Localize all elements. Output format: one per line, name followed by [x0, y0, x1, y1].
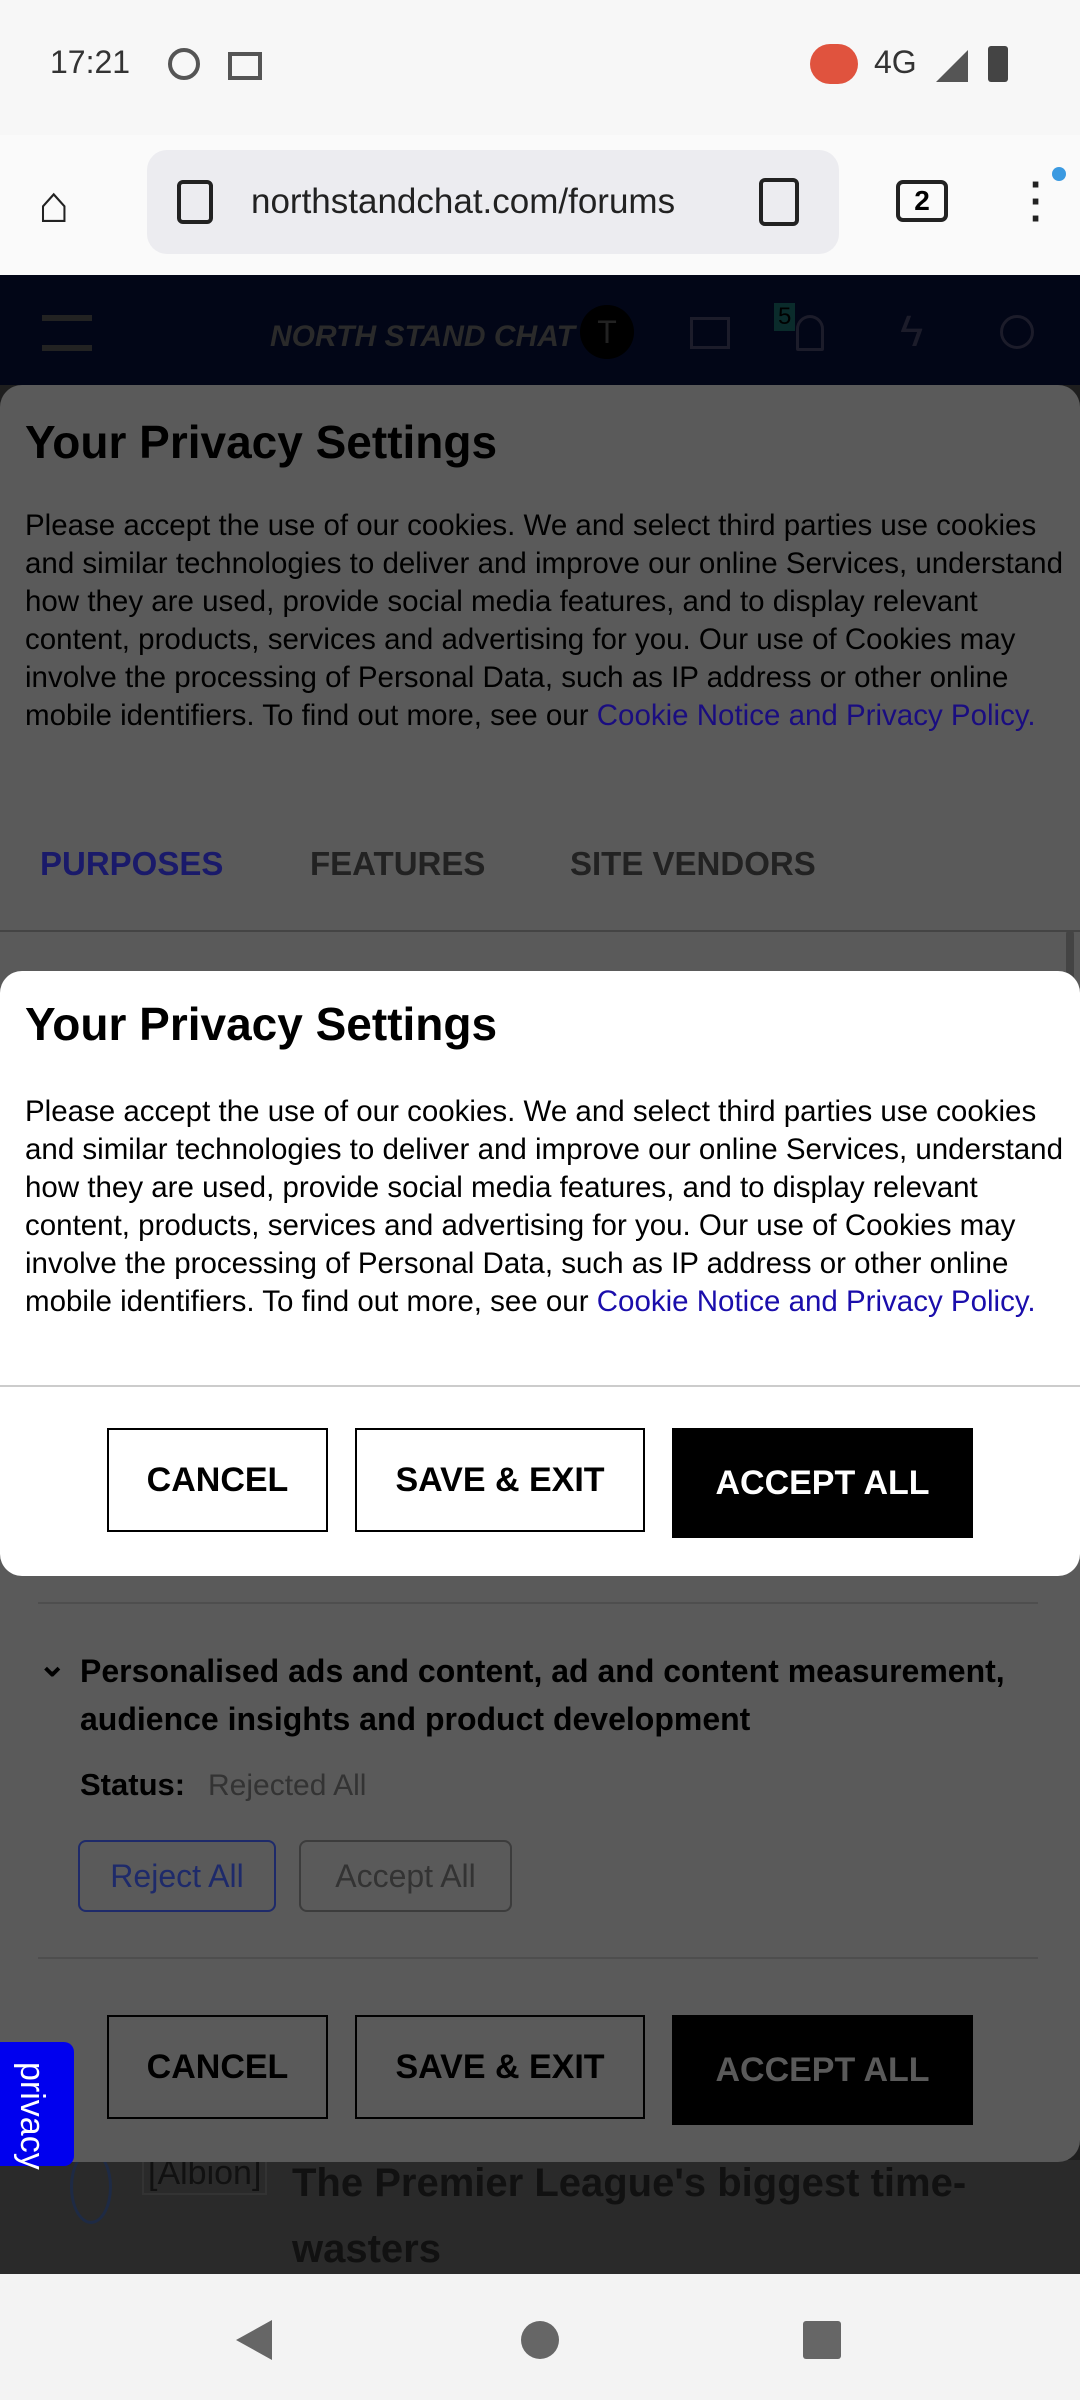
browser-toolbar: ⌂ northstandchat.com/forums 2 · · · — [0, 135, 1080, 275]
signal-icon — [936, 50, 968, 82]
navigation-bar — [0, 2274, 1080, 2400]
cancel-button[interactable]: CANCEL — [107, 1428, 328, 1532]
accept-all-button[interactable]: ACCEPT ALL — [672, 1428, 973, 1538]
privacy-tab-label: privacy — [13, 2062, 51, 2170]
avatar[interactable]: T — [580, 305, 634, 359]
thread-list-item[interactable]: [Albion] The Premier League's biggest ti… — [0, 2150, 1080, 2274]
reject-all-button[interactable]: Reject All — [78, 1840, 276, 1912]
divider — [0, 1385, 1080, 1387]
thread-title[interactable]: The Premier League's biggest time-waster… — [292, 2150, 1012, 2282]
dialog-title: Your Privacy Settings — [25, 416, 498, 468]
tab-site-vendors[interactable]: SITE VENDORS — [570, 845, 816, 883]
battery-icon — [988, 46, 1008, 82]
status-value: Rejected All — [208, 1769, 367, 1802]
reader-mode-icon[interactable] — [759, 178, 799, 226]
status-bar: 17:21 4G — [0, 0, 1080, 135]
network-type: 4G — [874, 44, 917, 80]
url-text: northstandchat.com/forums — [251, 182, 676, 221]
chevron-down-icon[interactable]: ⌄ — [38, 1645, 67, 1685]
accept-all-toggle-button[interactable]: Accept All — [299, 1840, 512, 1912]
dialog-body: Please accept the use of our cookies. We… — [25, 1095, 1063, 1318]
hamburger-icon[interactable] — [42, 315, 92, 351]
privacy-tab[interactable]: privacy — [0, 2042, 74, 2170]
lightning-icon[interactable]: ϟ — [900, 307, 923, 357]
privacy-policy-link[interactable]: Cookie Notice and Privacy Policy. — [597, 1285, 1036, 1318]
site-header: NORTH STAND CHAT T 5 ϟ — [0, 275, 1080, 385]
purpose-label[interactable]: Personalised ads and content, ad and con… — [80, 1647, 1040, 1743]
search-icon[interactable] — [1000, 315, 1034, 349]
divider — [38, 1602, 1038, 1604]
home-icon[interactable]: ⌂ — [38, 175, 69, 235]
privacy-dialog: Your Privacy Settings Please accept the … — [0, 971, 1080, 1576]
recents-icon[interactable] — [803, 2321, 841, 2359]
lock-icon — [177, 180, 213, 224]
address-bar[interactable]: northstandchat.com/forums — [147, 150, 839, 254]
tab-features[interactable]: FEATURES — [310, 845, 485, 883]
update-dot — [1052, 167, 1066, 181]
clock: 17:21 — [50, 44, 131, 80]
hotspot-icon — [810, 44, 858, 84]
divider — [38, 1957, 1038, 1959]
tab-switcher-button[interactable]: 2 — [896, 180, 948, 222]
tab-divider — [0, 930, 1080, 932]
calendar-icon — [228, 52, 262, 80]
home-nav-icon[interactable] — [521, 2321, 559, 2359]
status-label: Status: — [80, 1767, 186, 1802]
tab-purposes[interactable]: PURPOSES — [40, 845, 223, 883]
back-icon[interactable] — [236, 2320, 272, 2360]
notification-badge: 5 — [774, 303, 796, 331]
save-exit-button[interactable]: SAVE & EXIT — [355, 2015, 645, 2119]
mail-icon[interactable] — [690, 317, 730, 349]
save-exit-button[interactable]: SAVE & EXIT — [355, 1428, 645, 1532]
dialog-body: Please accept the use of our cookies. We… — [25, 509, 1063, 732]
site-logo[interactable]: NORTH STAND CHAT — [270, 320, 575, 354]
menu-icon[interactable]: · · · — [1030, 165, 1043, 239]
record-icon — [168, 48, 200, 80]
privacy-policy-link[interactable]: Cookie Notice and Privacy Policy. — [597, 699, 1036, 732]
cancel-button[interactable]: CANCEL — [107, 2015, 328, 2119]
accept-all-button[interactable]: ACCEPT ALL — [672, 2015, 973, 2125]
bell-icon[interactable] — [796, 315, 824, 351]
dialog-title: Your Privacy Settings — [25, 998, 498, 1050]
